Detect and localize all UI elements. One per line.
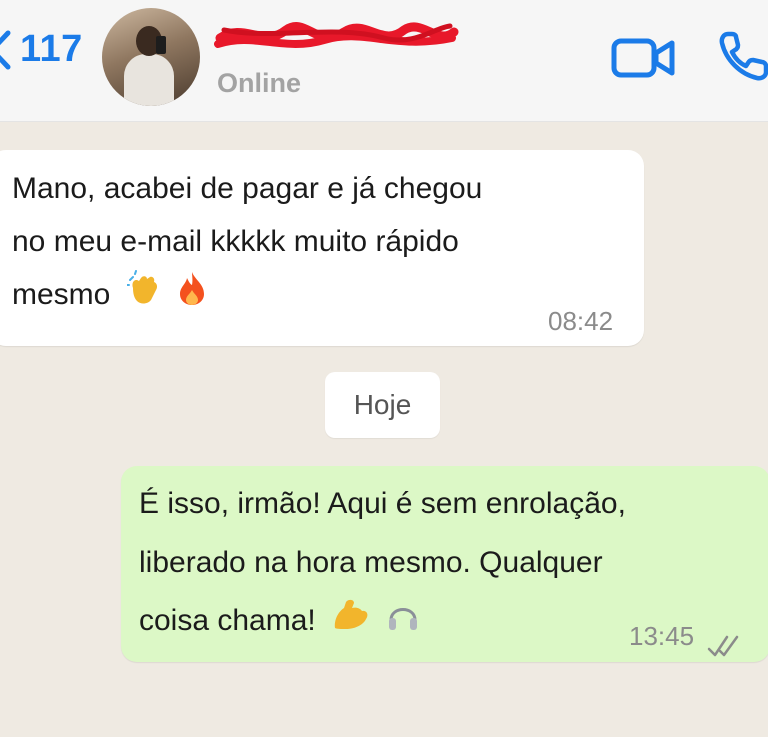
message-line: mesmo	[12, 278, 111, 311]
fire-icon	[177, 270, 207, 323]
chat-header: 117 Online	[0, 0, 768, 122]
chevron-left-icon	[0, 29, 14, 71]
message-line: Mano, acabei de pagar e já chegou	[12, 172, 483, 205]
message-timestamp: 13:45	[629, 621, 695, 651]
incoming-message-bubble[interactable]: Mano, acabei de pagar e já chegou no meu…	[0, 150, 644, 346]
avatar-body	[124, 54, 174, 106]
message-line-with-emoji: coisa chama!	[139, 594, 420, 649]
headphones-icon	[386, 596, 420, 649]
outgoing-message-bubble[interactable]: É isso, irmão! Aqui é sem enrolação, lib…	[121, 466, 768, 662]
avatar-phone	[156, 36, 166, 54]
message-line: coisa chama!	[139, 604, 316, 637]
voice-call-button[interactable]	[718, 30, 768, 82]
contact-name-redacted[interactable]	[214, 18, 459, 54]
message-line: liberado na hora mesmo. Qualquer	[139, 546, 603, 579]
message-timestamp: 08:42	[548, 306, 614, 336]
clapping-hands-icon	[125, 269, 161, 323]
message-line: É isso, irmão! Aqui é sem enrolação,	[139, 487, 626, 520]
contact-avatar[interactable]	[102, 8, 200, 106]
phone-icon	[719, 31, 768, 81]
double-check-icon	[707, 623, 743, 676]
message-line: no meu e-mail kkkkk muito rápido	[12, 225, 459, 258]
back-button[interactable]: 117	[0, 28, 83, 71]
video-camera-icon	[611, 38, 675, 78]
video-call-button[interactable]	[610, 36, 678, 80]
contact-status: Online	[217, 68, 302, 98]
redaction-scribble	[214, 22, 459, 48]
message-line-with-emoji: mesmo	[12, 268, 207, 323]
flexed-biceps-icon	[332, 596, 370, 649]
date-divider: Hoje	[325, 372, 440, 438]
unread-count: 117	[20, 28, 83, 70]
